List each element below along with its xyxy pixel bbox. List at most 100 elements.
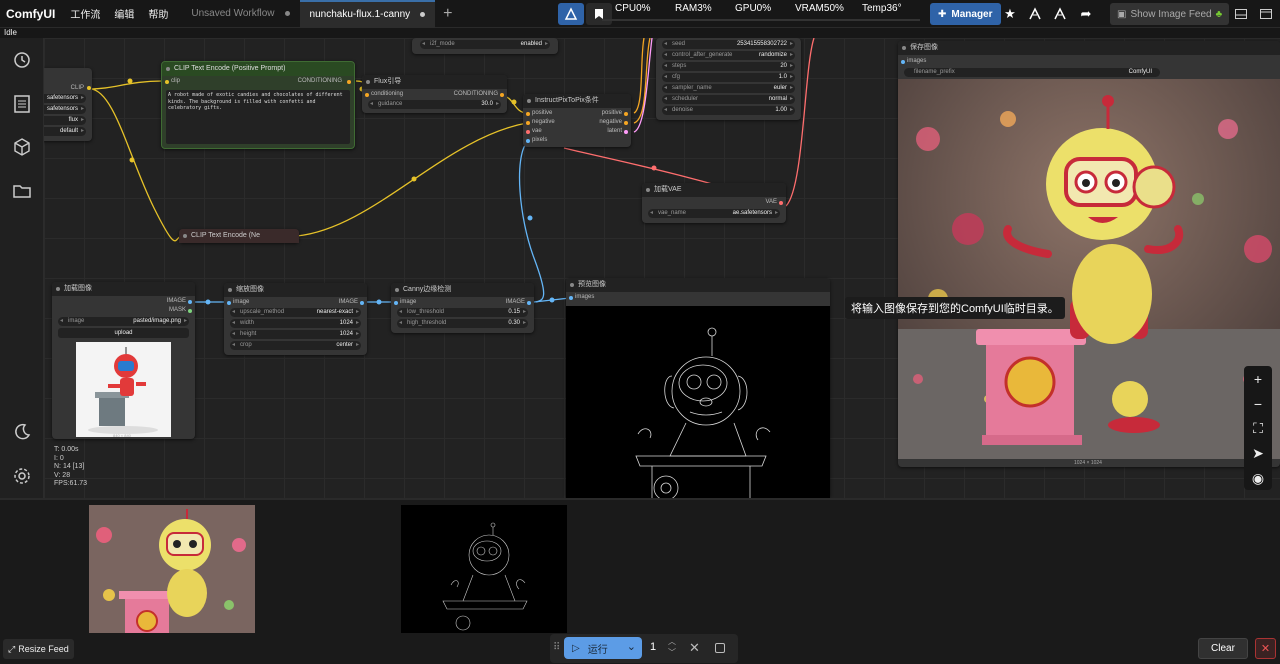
- run-mode-dropdown-chevron-icon[interactable]: ⌄: [627, 640, 636, 653]
- menu-workflow[interactable]: 工作流: [63, 6, 107, 21]
- high-threshold-widget[interactable]: ◂ high_threshold 0.30 ▸: [397, 319, 528, 328]
- feed-thumbnail-canny[interactable]: [401, 505, 567, 633]
- i2f-mode-node[interactable]: ◂ i2f_mode enabled ▸: [412, 38, 558, 54]
- zoom-in-icon[interactable]: +: [1244, 366, 1272, 391]
- node-library-cube-icon[interactable]: [12, 137, 32, 157]
- panel-toggle-button[interactable]: [1228, 3, 1254, 25]
- clip-input-dot[interactable]: [165, 80, 169, 84]
- clip-text-encode-positive-node[interactable]: CLIP Text Encode (Positive Prompt) clip …: [161, 61, 355, 149]
- guidance-widget[interactable]: ◂ guidance 30.0 ▸: [368, 100, 501, 109]
- bookmark-icon-button[interactable]: [586, 3, 612, 25]
- load-vae-node[interactable]: 加载VAE VAE ◂ vae_name ae.safetensors ▸: [642, 183, 786, 223]
- preview-image-node[interactable]: 预览图像 images: [566, 278, 830, 498]
- conditioning-input-dot[interactable]: [365, 93, 369, 97]
- mask-output-dot[interactable]: [188, 309, 192, 313]
- upscale-method-widget[interactable]: ◂ upscale_method nearest-exact ▸: [230, 308, 361, 317]
- dual-clip-loader-node[interactable]: CLIP safetensors ▸ safetensors ▸ flux ▸ def…: [44, 68, 92, 141]
- model-b-button[interactable]: [1047, 3, 1073, 25]
- image-scale-node[interactable]: 缩放图像 image IMAGE ◂ upscale_method nearest-…: [224, 283, 367, 355]
- image-input-dot[interactable]: [394, 301, 398, 305]
- theme-moon-icon[interactable]: [12, 422, 32, 442]
- type-widget[interactable]: flux ▸: [44, 116, 86, 125]
- image-input-dot[interactable]: [227, 301, 231, 305]
- scheduler-widget[interactable]: ◂ scheduler normal ▸: [662, 95, 795, 104]
- i2f-mode-widget[interactable]: ◂ i2f_mode enabled ▸: [420, 40, 550, 49]
- vae-name-widget[interactable]: ◂ vae_name ae.safetensors ▸: [648, 209, 780, 218]
- zoom-out-icon[interactable]: −: [1244, 391, 1272, 416]
- sampler-name-widget[interactable]: ◂ sampler_name euler ▸: [662, 84, 795, 93]
- show-image-feed-button[interactable]: ▣ Show Image Feed ♣: [1110, 3, 1230, 25]
- positive-output-dot[interactable]: [624, 112, 628, 116]
- app-brand[interactable]: ComfyUI: [0, 7, 63, 21]
- toggle-visibility-eye-icon[interactable]: ◉: [1244, 466, 1272, 491]
- crop-widget[interactable]: ◂ crop center ▸: [230, 341, 361, 350]
- settings-gear-icon[interactable]: [12, 466, 32, 486]
- pixels-input-dot[interactable]: [526, 139, 530, 143]
- menu-edit[interactable]: 编辑: [107, 6, 141, 21]
- queue-icon-button[interactable]: [558, 3, 584, 25]
- folder-icon[interactable]: [12, 181, 32, 201]
- clip-name2-widget[interactable]: safetensors ▸: [44, 105, 86, 114]
- run-button[interactable]: ▷ 运行 ⌄: [564, 637, 642, 659]
- clip-name1-widget[interactable]: safetensors ▸: [44, 94, 86, 103]
- star-button[interactable]: ★: [997, 3, 1023, 25]
- navigate-arrow-icon[interactable]: ➤: [1244, 441, 1272, 466]
- stop-square-icon[interactable]: [715, 643, 725, 653]
- feed-thumbnail-robot[interactable]: [89, 505, 255, 633]
- image-output-dot[interactable]: [188, 300, 192, 304]
- instruct-pix2pix-conditioning-node[interactable]: InstructPixToPix条件 positive negative vae…: [523, 94, 631, 147]
- canny-node[interactable]: Canny边缘检测 image IMAGE ◂ low_threshold 0.15…: [391, 283, 534, 333]
- history-icon[interactable]: [12, 50, 32, 70]
- menu-help[interactable]: 帮助: [141, 6, 175, 21]
- negative-output-dot[interactable]: [624, 121, 628, 125]
- control-after-generate-widget[interactable]: ◂ control_after_generate randomize ▸: [662, 51, 795, 60]
- low-threshold-widget[interactable]: ◂ low_threshold 0.15 ▸: [397, 308, 528, 317]
- clear-button[interactable]: Clear: [1198, 638, 1248, 659]
- conditioning-output-dot[interactable]: [347, 80, 351, 84]
- close-feed-x-icon[interactable]: ✕: [1255, 638, 1276, 659]
- images-input-dot[interactable]: [569, 296, 573, 300]
- flux-guidance-node[interactable]: Flux引导 conditioning CONDITIONING ◂ guidan…: [362, 75, 507, 113]
- negative-input-dot[interactable]: [526, 121, 530, 125]
- tab-unsaved-workflow[interactable]: Unsaved Workflow: [181, 0, 299, 28]
- vae-input-dot[interactable]: [526, 130, 530, 134]
- prompt-textarea[interactable]: A robot made of exotic candies and choco…: [166, 90, 350, 144]
- clip-text-encode-negative-node[interactable]: CLIP Text Encode (Ne: [179, 229, 299, 243]
- positive-input-dot[interactable]: [526, 112, 530, 116]
- increment-chevron-icon[interactable]: ︿: [668, 636, 676, 647]
- seed-widget[interactable]: ◂ seed 253415558302722 ▸: [662, 40, 795, 49]
- tab-nunchaku-flux-canny[interactable]: nunchaku-flux.1-canny: [299, 0, 436, 28]
- node-canvas[interactable]: CLIP safetensors ▸ safetensors ▸ flux ▸ def…: [44, 38, 1280, 498]
- cfg-widget[interactable]: ◂ cfg 1.0 ▸: [662, 73, 795, 82]
- batch-count-stepper[interactable]: 1 ︿ ﹀: [646, 636, 678, 658]
- layout-toggle-button[interactable]: [1253, 3, 1279, 25]
- fit-view-icon[interactable]: ⛶: [1244, 416, 1272, 441]
- decrement-chevron-icon[interactable]: ﹀: [668, 647, 676, 658]
- load-image-node[interactable]: 加载图像 IMAGE MASK ◂ image pasted/image.png ▸ …: [52, 282, 195, 439]
- ksampler-node[interactable]: ◂ seed 253415558302722 ▸ ◂ control_after_gen…: [656, 38, 801, 120]
- width-widget[interactable]: ◂ width 1024 ▸: [230, 319, 361, 328]
- upload-button[interactable]: upload: [58, 328, 189, 338]
- images-input-dot[interactable]: [901, 60, 905, 64]
- filename-prefix-widget[interactable]: filename_prefix ComfyUI: [904, 68, 1160, 77]
- image-file-widget[interactable]: ◂ image pasted/image.png ▸: [58, 317, 189, 326]
- cancel-x-icon[interactable]: ✕: [689, 640, 700, 656]
- share-button[interactable]: ➦: [1073, 3, 1099, 25]
- queue-list-icon[interactable]: [12, 94, 32, 114]
- image-output-dot[interactable]: [360, 301, 364, 305]
- denoise-widget[interactable]: ◂ denoise 1.00 ▸: [662, 106, 795, 115]
- resize-feed-button[interactable]: ⤢ Resize Feed: [3, 639, 74, 659]
- clip-output-dot[interactable]: [87, 86, 91, 90]
- drag-handle-icon[interactable]: ⠿: [553, 642, 560, 653]
- latent-output-dot[interactable]: [624, 130, 628, 134]
- steps-widget[interactable]: ◂ steps 20 ▸: [662, 62, 795, 71]
- model-a-button[interactable]: [1022, 3, 1048, 25]
- image-output-dot[interactable]: [527, 301, 531, 305]
- height-widget[interactable]: ◂ height 1024 ▸: [230, 330, 361, 339]
- manager-button[interactable]: ✚ Manager: [930, 3, 1001, 25]
- new-tab-plus-icon[interactable]: +: [435, 5, 460, 23]
- device-widget[interactable]: default ▸: [44, 127, 86, 136]
- vae-output-dot[interactable]: [779, 201, 783, 205]
- save-image-node[interactable]: 保存图像 images filename_prefix ComfyUI 1024…: [898, 41, 1280, 467]
- conditioning-output-dot[interactable]: [500, 93, 504, 97]
